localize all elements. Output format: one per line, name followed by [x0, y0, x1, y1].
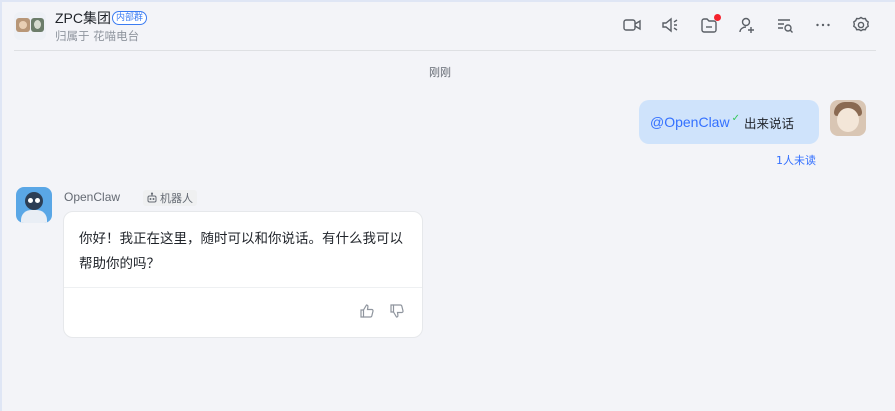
card-divider	[64, 287, 422, 288]
incoming-message-text: 你好！我正在这里，随时可以和你说话。有什么我可以帮助你的吗？	[79, 231, 403, 272]
thumbs-up-button[interactable]	[359, 303, 377, 321]
video-call-icon	[623, 19, 641, 31]
search-history-icon	[778, 19, 793, 33]
message-timestamp: 刚刚	[429, 66, 451, 79]
add-member-icon	[739, 17, 754, 33]
thumbs-up-icon	[360, 304, 374, 318]
thumbs-down-button[interactable]	[389, 303, 407, 321]
robot-icon	[147, 192, 157, 203]
mention-link[interactable]: @OpenClaw	[650, 114, 730, 130]
more-icon	[816, 23, 830, 27]
read-status[interactable]: 1人未读	[776, 152, 816, 168]
my-avatar[interactable]	[830, 100, 866, 136]
group-name[interactable]: ZPC集团	[55, 8, 111, 28]
internal-group-badge: 内部群	[112, 11, 148, 25]
settings-icon	[853, 16, 869, 32]
group-avatar[interactable]	[14, 12, 46, 40]
announcement-icon	[662, 17, 678, 33]
search-history-button[interactable]	[774, 14, 796, 36]
header-divider	[14, 50, 876, 51]
incoming-message-card[interactable]: 你好！我正在这里，随时可以和你说话。有什么我可以帮助你的吗？	[63, 211, 423, 338]
sender-name[interactable]: OpenClaw	[64, 190, 120, 204]
announcement-button[interactable]	[659, 14, 681, 36]
window-left-border	[0, 0, 2, 411]
mention-read-check-icon: ✓	[731, 112, 740, 124]
more-button[interactable]	[812, 14, 834, 36]
outgoing-message-text: 出来说话	[743, 115, 794, 131]
video-call-button[interactable]	[621, 14, 643, 36]
bot-tag-label: 机器人	[160, 192, 193, 205]
thumbs-down-icon	[390, 304, 404, 318]
bot-avatar[interactable]	[16, 187, 52, 223]
group-ownership: 归属于 花喵电台	[55, 29, 140, 43]
bot-tag: 机器人	[143, 190, 197, 206]
chat-header: ZPC集团 内部群 归属于 花喵电台	[0, 2, 895, 51]
outgoing-message-bubble[interactable]: @OpenClaw ✓ 出来说话	[639, 100, 819, 144]
pin-board-button[interactable]	[698, 14, 721, 36]
add-member-button[interactable]	[736, 14, 758, 36]
settings-button[interactable]	[850, 14, 872, 36]
notification-dot	[714, 14, 721, 21]
